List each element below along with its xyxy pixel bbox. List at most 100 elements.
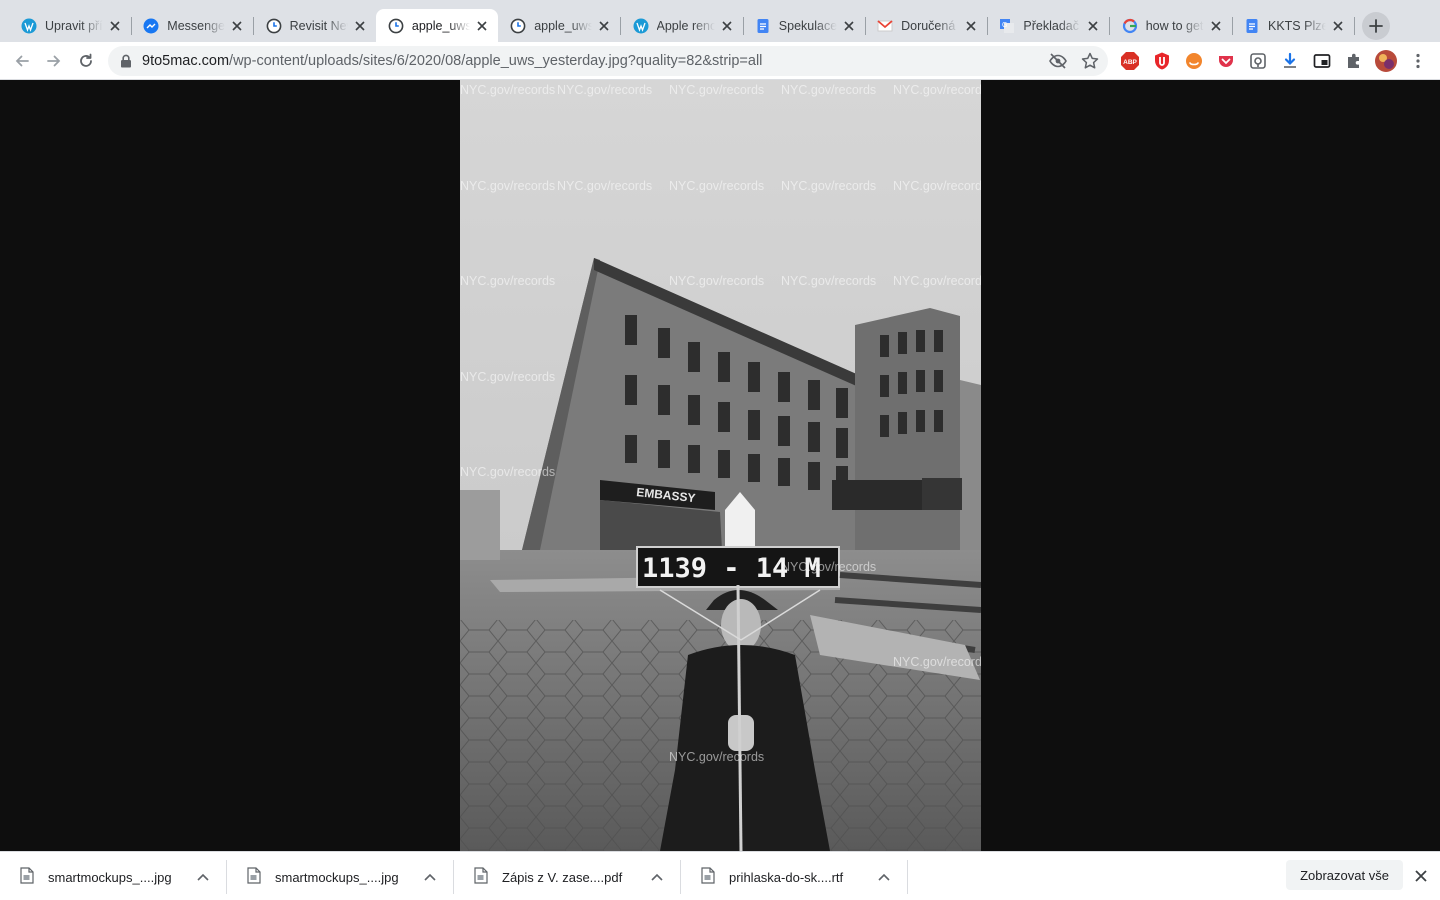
ublock-icon[interactable]	[1152, 51, 1172, 71]
docs-icon	[1244, 18, 1260, 34]
gmail-icon	[877, 18, 893, 34]
tab-close-button[interactable]	[963, 18, 979, 34]
download-options-button[interactable]	[874, 873, 894, 881]
kebab-menu-icon[interactable]	[1408, 51, 1428, 71]
clock-icon	[510, 18, 526, 34]
clock-icon	[388, 18, 404, 34]
address-bar[interactable]: 9to5mac.com/wp-content/uploads/sites/6/2…	[108, 46, 1108, 76]
download-item[interactable]: smartmockups_....jpg	[227, 858, 454, 896]
watermark-row: NYC.gov/records	[557, 83, 653, 97]
watermark-row: NYC.gov/records	[669, 274, 765, 288]
tab-3[interactable]: Revisit New York	[254, 9, 376, 42]
chevron-up-icon	[424, 873, 436, 881]
translate-icon: G	[999, 18, 1015, 34]
close-icon	[844, 20, 854, 31]
watermark-row: NYC.gov/records	[781, 274, 877, 288]
download-filename: smartmockups_....jpg	[48, 869, 172, 885]
image-file-icon	[20, 867, 34, 887]
close-shelf-button[interactable]	[1411, 866, 1431, 886]
close-icon	[1415, 870, 1427, 882]
tab-1[interactable]: Upravit příspěvek	[9, 9, 132, 42]
tab-close-button[interactable]	[719, 18, 735, 34]
arrow-right-icon	[47, 55, 61, 67]
picture-in-picture-icon[interactable]	[1312, 51, 1332, 71]
tab-6[interactable]: Apple renovates	[621, 9, 744, 42]
url-path: /wp-content/uploads/sites/6/2020/08/appl…	[229, 53, 763, 69]
download-options-button[interactable]	[193, 873, 213, 881]
watermark-row: NYC.gov/records	[781, 83, 877, 97]
url-host: 9to5mac.com	[142, 53, 230, 69]
google-icon	[1122, 18, 1138, 34]
download-filename: smartmockups_....jpg	[275, 869, 399, 885]
tab-close-button[interactable]	[352, 18, 368, 34]
tab-8[interactable]: Doručená pošta	[865, 9, 989, 42]
tab-close-button[interactable]	[596, 18, 612, 34]
displayed-image[interactable]: EMBASSY 1139 - 14 M NYC.gov/records NYC.…	[460, 80, 981, 851]
wordpress-icon	[21, 18, 37, 34]
download-arrow-icon[interactable]	[1280, 51, 1300, 71]
tab-title: Překladač Google	[1023, 18, 1082, 33]
honey-icon[interactable]	[1184, 51, 1204, 71]
omnibox-actions	[1048, 51, 1100, 76]
tab-4[interactable]: apple_uws_yesterday.jpg	[375, 9, 498, 42]
tab-9[interactable]: G Překladač Google	[987, 9, 1111, 42]
download-options-button[interactable]	[647, 873, 667, 881]
adblock-plus-icon[interactable]: ABP	[1120, 51, 1140, 71]
watermark-row: NYC.gov/records	[460, 370, 556, 384]
tab-10[interactable]: how to get	[1110, 9, 1233, 42]
watermark-row: NYC.gov/records	[893, 655, 981, 669]
eye-slash-icon[interactable]	[1048, 51, 1068, 76]
page-viewport: EMBASSY 1139 - 14 M NYC.gov/records NYC.…	[0, 80, 1440, 851]
new-tab-button[interactable]	[1362, 12, 1390, 40]
tab-2[interactable]: Messenger	[131, 9, 255, 42]
wordpress-icon	[633, 18, 649, 34]
tab-close-button[interactable]	[1330, 18, 1346, 34]
watermark-row: NYC.gov/records	[669, 179, 765, 193]
close-icon	[232, 20, 242, 31]
pocket-icon[interactable]	[1216, 51, 1236, 71]
lock-icon	[121, 54, 131, 68]
forward-button[interactable]	[40, 47, 68, 75]
close-icon	[966, 20, 976, 31]
svg-text:G: G	[1002, 22, 1007, 29]
tab-close-button[interactable]	[1085, 18, 1101, 34]
chevron-up-icon	[878, 873, 890, 881]
tab-title: Doručená pošta	[901, 18, 960, 33]
watermark-row: NYC.gov/records	[460, 274, 556, 288]
tab-5[interactable]: apple_uws_today.jpg	[498, 9, 622, 42]
document-file-icon	[701, 867, 715, 887]
watermark-row: NYC.gov/records	[557, 179, 653, 193]
tab-close-button[interactable]	[107, 18, 123, 34]
tab-close-button[interactable]	[841, 18, 857, 34]
image-file-icon	[247, 867, 261, 887]
extensions-puzzle-icon[interactable]	[1344, 51, 1364, 71]
download-options-button[interactable]	[420, 873, 440, 881]
back-button[interactable]	[8, 47, 36, 75]
tab-title: Spekulace	[778, 18, 837, 33]
profile-avatar[interactable]	[1374, 49, 1398, 73]
watermark-row: NYC.gov/records	[460, 465, 556, 479]
bookmark-star-icon[interactable]	[1080, 51, 1100, 76]
tab-close-button[interactable]	[229, 18, 245, 34]
tab-11[interactable]: KKTS Plzeň	[1232, 9, 1355, 42]
tab-close-button[interactable]	[1208, 18, 1224, 34]
reload-button[interactable]	[72, 47, 100, 75]
tab-strip: Upravit příspěvek Messenger Revisit New Yo…	[0, 0, 1440, 42]
watermark-row: NYC.gov/records	[893, 179, 981, 193]
lens-extension-icon[interactable]	[1248, 51, 1268, 71]
tab-title: KKTS Plzeň	[1268, 18, 1326, 33]
download-filename: Zápis z V. zase....pdf	[502, 869, 623, 885]
download-filename: prihlaska-do-sk....rtf	[729, 869, 844, 885]
tab-close-button[interactable]	[474, 18, 490, 34]
arrow-left-icon	[15, 55, 29, 67]
download-item[interactable]: smartmockups_....jpg	[0, 858, 227, 896]
close-icon	[1088, 20, 1098, 31]
tab-title: Upravit příspěvek	[45, 18, 103, 33]
watermark-row: NYC.gov/records	[893, 83, 981, 97]
tab-7[interactable]: Spekulace	[743, 9, 866, 42]
tab-title: Apple renovates	[656, 18, 715, 33]
tab-title: Messenger	[167, 18, 226, 33]
download-item[interactable]: Zápis z V. zase....pdf	[454, 858, 681, 896]
download-item[interactable]: prihlaska-do-sk....rtf	[681, 858, 908, 896]
show-all-downloads-button[interactable]: Zobrazovat vše	[1286, 860, 1403, 890]
